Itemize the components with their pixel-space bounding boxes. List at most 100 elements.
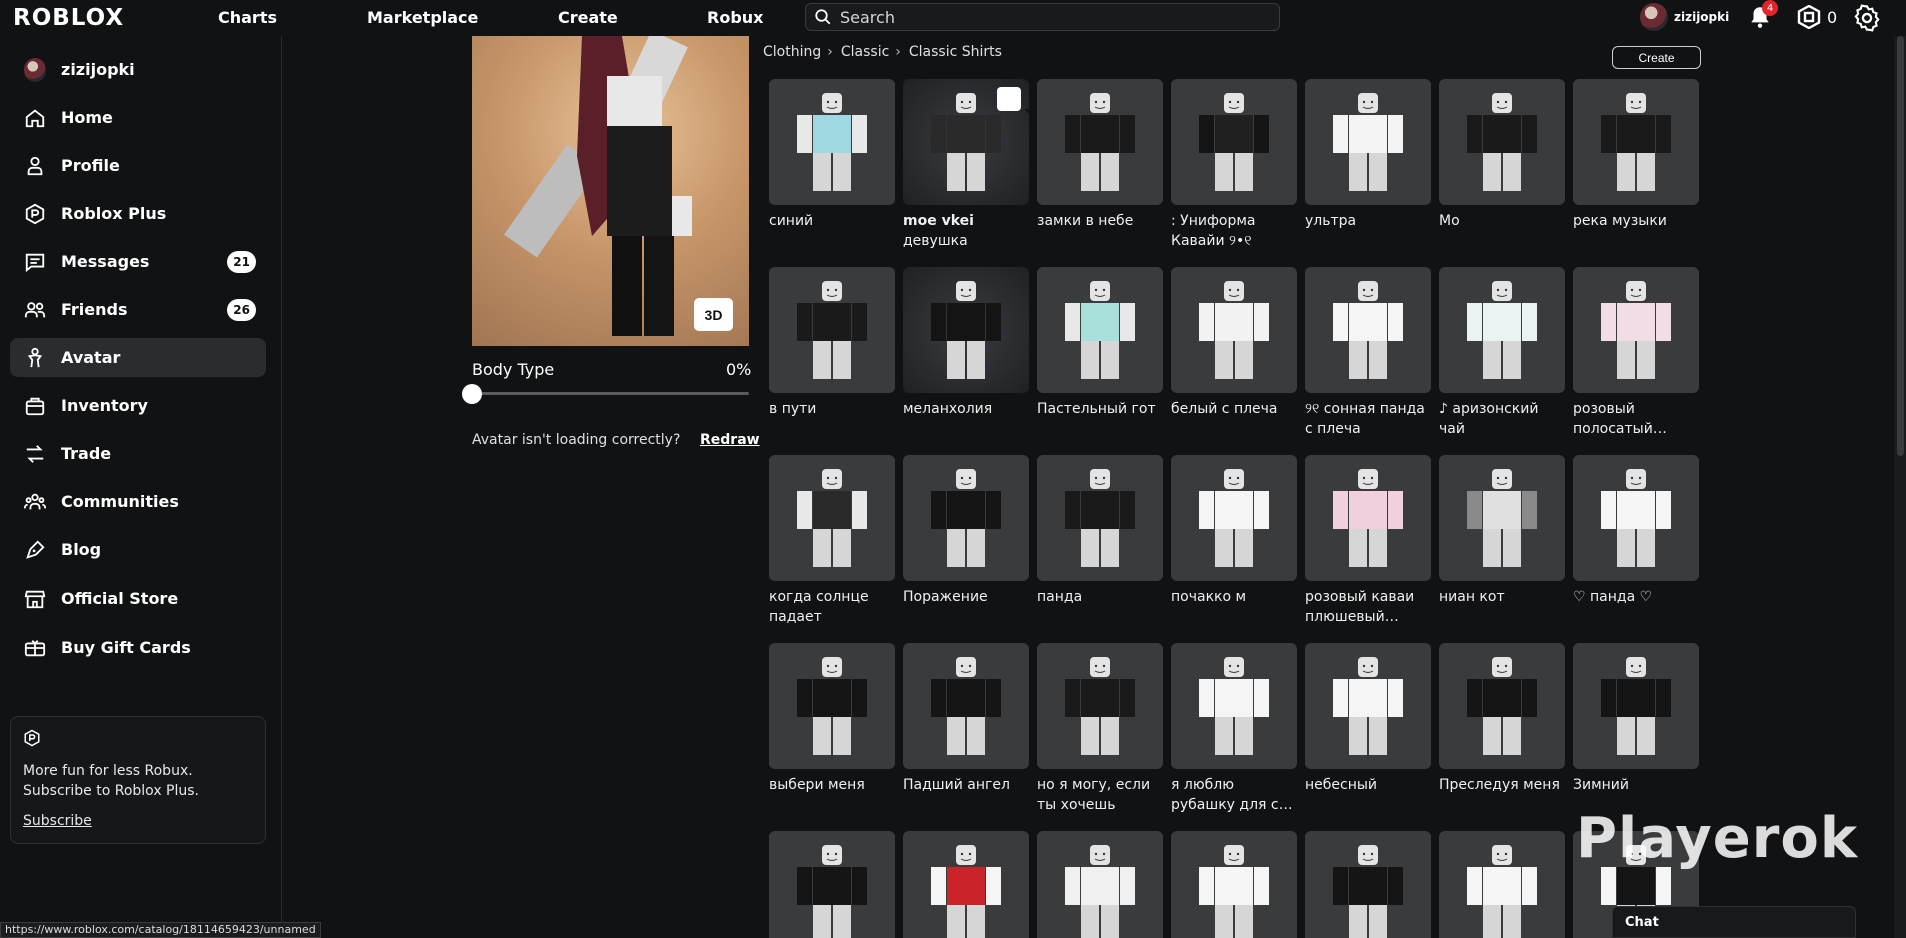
catalog-item[interactable]	[1439, 831, 1565, 938]
sidebar-item-buy-gift-cards[interactable]: Buy Gift Cards	[10, 628, 266, 667]
sidebar-item-profile[interactable]: Profile	[10, 146, 266, 185]
catalog-item[interactable]: когда солнце падает	[769, 455, 895, 627]
item-thumbnail[interactable]	[769, 267, 895, 393]
roblox-logo[interactable]: ROBLOX	[13, 5, 124, 31]
catalog-item[interactable]	[769, 831, 895, 938]
item-name[interactable]: но я могу, если ты хочешь	[1037, 775, 1163, 815]
sidebar-item-blog[interactable]: Blog	[10, 530, 266, 569]
item-thumbnail[interactable]	[1037, 79, 1163, 205]
catalog-item[interactable]: Преследуя меня	[1439, 643, 1565, 795]
item-thumbnail[interactable]	[1573, 455, 1699, 581]
item-thumbnail[interactable]	[903, 455, 1029, 581]
item-thumbnail[interactable]	[1439, 455, 1565, 581]
catalog-item[interactable]: в пути	[769, 267, 895, 419]
search-input[interactable]	[840, 7, 1240, 27]
item-thumbnail[interactable]	[1439, 831, 1565, 938]
catalog-item[interactable]: Зимний	[1573, 643, 1699, 795]
item-name[interactable]: moe vkei девушка	[903, 211, 1029, 251]
item-name[interactable]: ниан кот	[1439, 587, 1565, 607]
item-thumbnail[interactable]	[1037, 267, 1163, 393]
item-name[interactable]: ୨୧ сонная панда с плеча	[1305, 399, 1431, 439]
catalog-item[interactable]: но я могу, если ты хочешь	[1037, 643, 1163, 815]
breadcrumb-classic[interactable]: Classic	[841, 44, 889, 60]
redraw-link[interactable]: Redraw	[700, 432, 760, 448]
item-thumbnail[interactable]	[1037, 831, 1163, 938]
scrollbar-thumb[interactable]	[1897, 36, 1904, 456]
catalog-item[interactable]: синий	[769, 79, 895, 231]
item-thumbnail[interactable]	[1439, 267, 1565, 393]
item-thumbnail[interactable]	[1573, 643, 1699, 769]
item-thumbnail[interactable]	[903, 79, 1029, 205]
item-name[interactable]: Мо	[1439, 211, 1565, 231]
catalog-item[interactable]: выбери меня	[769, 643, 895, 795]
catalog-item[interactable]: Пастельный гот	[1037, 267, 1163, 419]
item-thumbnail[interactable]	[1171, 455, 1297, 581]
item-name[interactable]: небесный	[1305, 775, 1431, 795]
item-thumbnail[interactable]	[1037, 643, 1163, 769]
catalog-item[interactable]: розовый каваи плюшевый мишк...	[1305, 455, 1431, 627]
sidebar-item-inventory[interactable]: Inventory	[10, 386, 266, 425]
top-user-profile[interactable]: zizijopki	[1640, 3, 1729, 31]
item-name[interactable]: меланхолия	[903, 399, 1029, 419]
sidebar-item-communities[interactable]: Communities	[10, 482, 266, 521]
catalog-item[interactable]: ୨୧ сонная панда с плеча	[1305, 267, 1431, 439]
item-name[interactable]: замки в небе	[1037, 211, 1163, 231]
catalog-item[interactable]: почакко м	[1171, 455, 1297, 607]
item-name[interactable]: ультра	[1305, 211, 1431, 231]
catalog-item[interactable]	[1305, 831, 1431, 938]
sidebar-item-official-store[interactable]: Official Store	[10, 579, 266, 618]
breadcrumb-clothing[interactable]: Clothing	[763, 44, 821, 60]
item-name[interactable]: река музыки	[1573, 211, 1699, 231]
item-thumbnail[interactable]	[1305, 267, 1431, 393]
item-thumbnail[interactable]	[769, 643, 895, 769]
body-type-slider-thumb[interactable]	[462, 384, 482, 404]
nav-create[interactable]: Create	[558, 8, 618, 27]
item-name[interactable]: Поражение	[903, 587, 1029, 607]
catalog-item[interactable]: ♪ аризонский чай	[1439, 267, 1565, 439]
item-thumbnail[interactable]	[1171, 79, 1297, 205]
chat-panel[interactable]: Chat	[1612, 906, 1856, 938]
nav-marketplace[interactable]: Marketplace	[367, 8, 478, 27]
catalog-item[interactable]: Падший ангел	[903, 643, 1029, 795]
item-thumbnail[interactable]	[769, 455, 895, 581]
selected-checkmark-icon[interactable]	[997, 87, 1029, 114]
item-thumbnail[interactable]	[1573, 79, 1699, 205]
item-name[interactable]: почакко м	[1171, 587, 1297, 607]
item-name[interactable]: розовый полосатый бант...	[1573, 399, 1699, 439]
catalog-item[interactable]: меланхолия	[903, 267, 1029, 419]
catalog-item[interactable]: moe vkei девушка	[903, 79, 1029, 251]
create-button[interactable]: Create	[1612, 46, 1701, 69]
item-thumbnail[interactable]	[1305, 455, 1431, 581]
breadcrumb-classic-shirts[interactable]: Classic Shirts	[909, 44, 1002, 60]
catalog-item[interactable]: белый с плеча	[1171, 267, 1297, 419]
catalog-item[interactable]: Поражение	[903, 455, 1029, 607]
catalog-item[interactable]: река музыки	[1573, 79, 1699, 231]
catalog-item[interactable]: ♡ панда ♡	[1573, 455, 1699, 607]
catalog-item[interactable]	[1037, 831, 1163, 938]
sidebar-item-trade[interactable]: Trade	[10, 434, 266, 473]
catalog-item[interactable]	[1171, 831, 1297, 938]
sidebar-item-roblox-plus[interactable]: Roblox Plus	[10, 194, 266, 233]
subscribe-link[interactable]: Subscribe	[23, 813, 92, 829]
item-name[interactable]: розовый каваи плюшевый мишк...	[1305, 587, 1431, 627]
catalog-item[interactable]: небесный	[1305, 643, 1431, 795]
item-name[interactable]: выбери меня	[769, 775, 895, 795]
catalog-item[interactable]: ультра	[1305, 79, 1431, 231]
item-thumbnail[interactable]	[1305, 643, 1431, 769]
item-thumbnail[interactable]	[1037, 455, 1163, 581]
item-name[interactable]: Преследуя меня	[1439, 775, 1565, 795]
item-thumbnail[interactable]	[1171, 643, 1297, 769]
item-thumbnail[interactable]	[1171, 267, 1297, 393]
item-name[interactable]: Пастельный гот	[1037, 399, 1163, 419]
item-name[interactable]: Зимний	[1573, 775, 1699, 795]
item-name[interactable]: ♪ аризонский чай	[1439, 399, 1565, 439]
item-name[interactable]: : Униформа Кавайи ୨•୧	[1171, 211, 1297, 251]
catalog-item[interactable]: ниан кот	[1439, 455, 1565, 607]
sidebar-item-home[interactable]: Home	[10, 98, 266, 137]
item-name[interactable]: в пути	[769, 399, 895, 419]
catalog-item[interactable]: розовый полосатый бант...	[1573, 267, 1699, 439]
3d-toggle-button[interactable]: 3D	[694, 298, 733, 331]
item-thumbnail[interactable]	[769, 79, 895, 205]
item-name[interactable]: панда	[1037, 587, 1163, 607]
item-name[interactable]: белый с плеча	[1171, 399, 1297, 419]
